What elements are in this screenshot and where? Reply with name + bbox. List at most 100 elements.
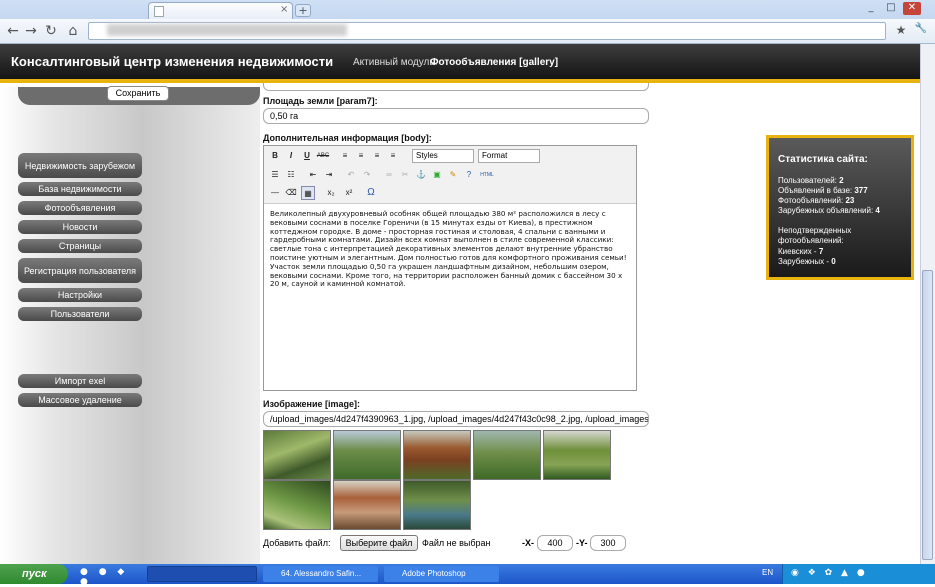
menu-item-news[interactable]: Новости: [18, 220, 142, 234]
image-thumbnail[interactable]: [333, 430, 401, 480]
y-label: -Y-: [576, 538, 588, 548]
home-icon[interactable]: ⌂: [64, 23, 82, 39]
browser-tab[interactable]: ×: [148, 2, 293, 19]
previous-field[interactable]: [263, 83, 649, 91]
y-input[interactable]: 300: [590, 535, 626, 551]
wrench-icon[interactable]: 🔧: [912, 23, 930, 34]
superscript-button[interactable]: x²: [342, 186, 356, 200]
scrollbar-thumb[interactable]: [922, 270, 933, 560]
editor-toolbar: B I U ABC ≡ ≡ ≡ ≡ Styles Format ☰ ☷ ⇤ ⇥ …: [264, 146, 636, 204]
area-label: Площадь земли [param7]:: [263, 96, 378, 106]
add-file-label: Добавить файл:: [263, 538, 331, 548]
indent-icon[interactable]: ⇥: [322, 168, 336, 182]
x-label: -X-: [522, 538, 534, 548]
new-tab-button[interactable]: +: [295, 4, 311, 17]
html-source-button[interactable]: HTML: [480, 168, 494, 182]
url-text-blurred: [107, 24, 347, 36]
unlink-icon[interactable]: ✂: [398, 168, 412, 182]
x-input[interactable]: 400: [537, 535, 573, 551]
cleanup-icon[interactable]: ✎: [446, 168, 460, 182]
tray-icons[interactable]: ◉ ❖ ✿ ▲ ●: [791, 568, 868, 578]
site-stats-panel: Статистика сайта: Пользователей: 2 Объяв…: [766, 135, 914, 280]
language-indicator[interactable]: EN: [762, 568, 773, 577]
stat-abroad: Зарубежных - 0: [778, 257, 836, 266]
outdent-icon[interactable]: ⇤: [306, 168, 320, 182]
image-thumbnail[interactable]: [543, 430, 611, 480]
stat-unconfirmed-label: Неподтвержденных фотообъявлений:: [778, 226, 852, 245]
image-input[interactable]: /upload_images/4d247f4390963_1.jpg, /upl…: [263, 411, 649, 427]
align-justify-icon[interactable]: ≡: [386, 149, 400, 163]
menu-item-foreign-realty[interactable]: Недвижимость зарубежом: [18, 153, 142, 178]
italic-button[interactable]: I: [284, 149, 298, 163]
stat-foreign-ads: Зарубежных объявлений: 4: [778, 206, 880, 215]
menu-item-import[interactable]: Импорт exel: [18, 374, 142, 388]
image-thumbnail[interactable]: [473, 430, 541, 480]
image-thumbnail[interactable]: [403, 430, 471, 480]
reload-icon[interactable]: ↻: [42, 23, 60, 39]
align-center-icon[interactable]: ≡: [354, 149, 368, 163]
undo-icon[interactable]: ↶: [344, 168, 358, 182]
rich-text-editor[interactable]: B I U ABC ≡ ≡ ≡ ≡ Styles Format ☰ ☷ ⇤ ⇥ …: [263, 145, 637, 391]
image-thumbnail[interactable]: [263, 430, 331, 480]
remove-format-icon[interactable]: ⌫: [284, 186, 298, 200]
underline-button[interactable]: U: [300, 149, 314, 163]
redo-icon[interactable]: ↷: [360, 168, 374, 182]
align-right-icon[interactable]: ≡: [370, 149, 384, 163]
tab-close-icon[interactable]: ×: [280, 4, 288, 15]
visual-aid-icon[interactable]: ▦: [301, 186, 315, 200]
taskbar-item-browser[interactable]: [147, 566, 257, 582]
bold-button[interactable]: B: [268, 149, 282, 163]
no-file-text: Файл не выбран: [422, 538, 491, 548]
stat-users: Пользователей: 2: [778, 176, 844, 185]
image-thumbnail[interactable]: [333, 480, 401, 530]
taskbar-item-photoshop[interactable]: Adobe Photoshop: [384, 566, 499, 582]
tab-title: [169, 5, 269, 15]
image-icon[interactable]: ▣: [430, 168, 444, 182]
minimize-button[interactable]: _: [862, 2, 880, 15]
strikethrough-button[interactable]: ABC: [316, 149, 330, 163]
image-thumbnail[interactable]: [403, 480, 471, 530]
page-favicon: [154, 6, 164, 17]
menu-item-users[interactable]: Пользователи: [18, 307, 142, 321]
info-label: Дополнительная информация [body]:: [263, 133, 432, 143]
taskbar-item-music[interactable]: 64. Alessandro Safin...: [263, 566, 378, 582]
menu-item-photo-ads[interactable]: Фотообъявления: [18, 201, 142, 215]
styles-select[interactable]: Styles: [412, 149, 474, 163]
stat-ads: Объявлений в базе: 377: [778, 186, 868, 195]
menu-item-realty-base[interactable]: База недвижимости: [18, 182, 142, 196]
system-tray: ◉ ❖ ✿ ▲ ●: [782, 564, 935, 584]
stats-title: Статистика сайта:: [778, 154, 868, 165]
editor-content[interactable]: Великолепный двухуровневый особняк общей…: [270, 209, 630, 289]
link-icon[interactable]: ∞: [382, 168, 396, 182]
menu-item-pages[interactable]: Страницы: [18, 239, 142, 253]
area-input[interactable]: 0,50 га: [263, 108, 649, 124]
subscript-button[interactable]: x₂: [324, 186, 338, 200]
image-label: Изображение [image]:: [263, 399, 361, 409]
menu-item-settings[interactable]: Настройки: [18, 288, 142, 302]
maximize-button[interactable]: □: [882, 2, 900, 15]
start-button[interactable]: пуск: [0, 564, 68, 584]
menu-item-bulk-delete[interactable]: Массовое удаление: [18, 393, 142, 407]
format-select[interactable]: Format: [478, 149, 540, 163]
anchor-icon[interactable]: ⚓: [414, 168, 428, 182]
bullet-list-icon[interactable]: ☰: [268, 168, 282, 182]
stat-photo-ads: Фотообъявлений: 23: [778, 196, 855, 205]
quick-launch-icons[interactable]: ● ● ◆ ●: [80, 567, 140, 587]
close-window-button[interactable]: ✕: [903, 2, 921, 15]
back-icon[interactable]: ←: [4, 23, 22, 39]
choose-file-button[interactable]: Выберите файл: [340, 535, 418, 551]
save-button[interactable]: Сохранить: [107, 86, 169, 101]
forward-icon[interactable]: →: [22, 23, 40, 39]
address-bar[interactable]: [88, 22, 886, 40]
site-title: Консалтинговый центр изменения недвижимо…: [11, 54, 334, 69]
menu-item-user-registration[interactable]: Регистрация пользователя: [18, 258, 142, 283]
stat-kiev: Киевских - 7: [778, 247, 824, 256]
image-thumbnail[interactable]: [263, 480, 331, 530]
numbered-list-icon[interactable]: ☷: [284, 168, 298, 182]
help-icon[interactable]: ?: [462, 168, 476, 182]
horizontal-rule-icon[interactable]: —: [268, 186, 282, 200]
active-module-label: Активный модуль:: [353, 57, 438, 68]
special-char-button[interactable]: Ω: [364, 186, 378, 200]
align-left-icon[interactable]: ≡: [338, 149, 352, 163]
bookmark-star-icon[interactable]: ★: [892, 23, 910, 37]
